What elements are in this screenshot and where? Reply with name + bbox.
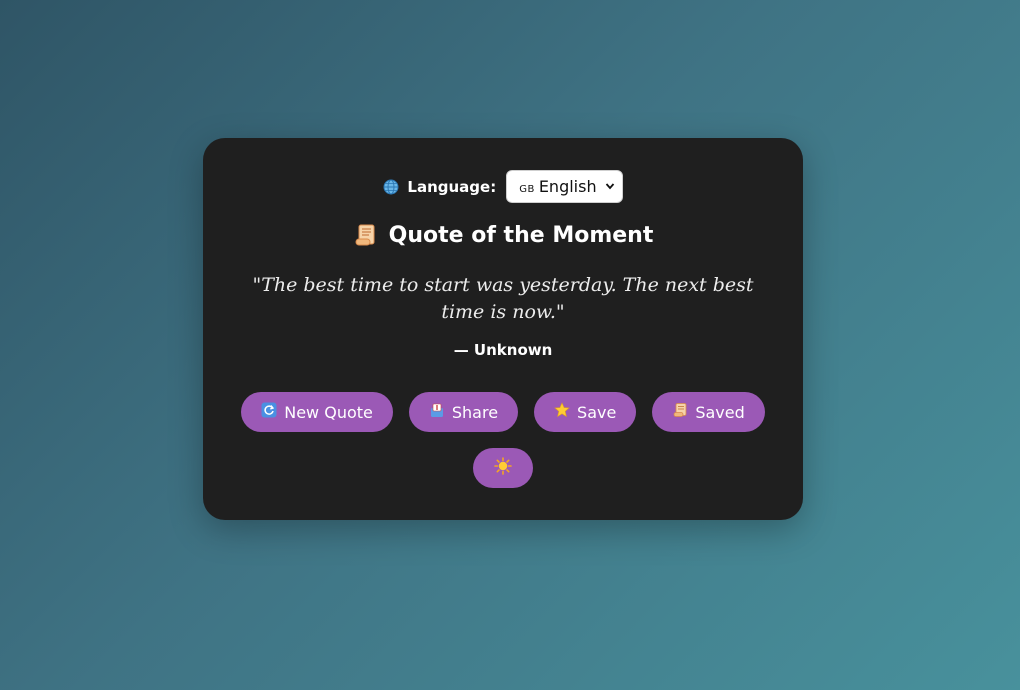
new-quote-label: New Quote (284, 402, 373, 422)
language-label: Language: (407, 177, 497, 196)
share-icon (429, 402, 445, 422)
quote-text: "The best time to start was yesterday. T… (252, 274, 754, 323)
scroll-icon (353, 222, 379, 248)
saved-button[interactable]: Saved (652, 392, 765, 432)
scroll-icon (672, 402, 688, 422)
share-button[interactable]: Share (408, 392, 519, 432)
language-selected-value: English (538, 177, 597, 196)
chevron-down-icon (605, 181, 615, 193)
language-select[interactable]: GB English (506, 170, 623, 203)
sun-icon (494, 457, 512, 479)
action-buttons: New Quote Share Save Saved (203, 392, 803, 432)
theme-toggle-button[interactable] (473, 448, 533, 488)
saved-label: Saved (695, 402, 745, 422)
quote-card: Language: GB English Quote of the Moment … (203, 138, 803, 520)
new-quote-button[interactable]: New Quote (241, 392, 393, 432)
language-row: Language: GB English (203, 170, 803, 203)
refresh-icon (261, 402, 277, 422)
save-button[interactable]: Save (534, 392, 637, 432)
page-title-row: Quote of the Moment (203, 222, 803, 248)
quote-author: — Unknown (453, 341, 553, 359)
save-label: Save (577, 402, 617, 422)
globe-icon (383, 179, 399, 195)
star-icon (554, 402, 570, 422)
flag-code: GB (519, 184, 535, 195)
page-title: Quote of the Moment (388, 222, 654, 248)
share-label: Share (451, 402, 499, 422)
